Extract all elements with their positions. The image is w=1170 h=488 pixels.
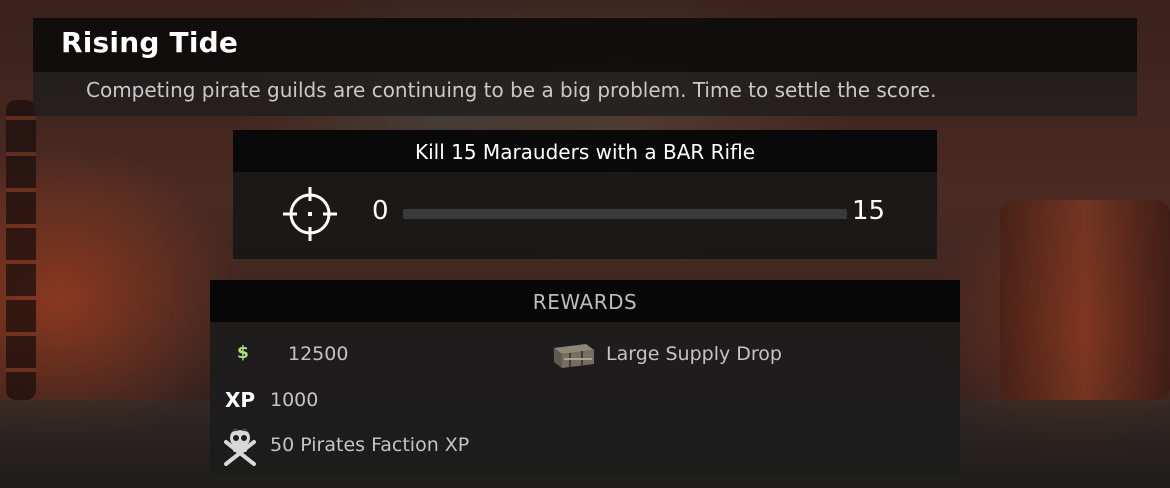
pirate-skull-icon — [224, 427, 256, 466]
mission-description: Competing pirate guilds are continuing t… — [86, 78, 937, 102]
reward-supply-drop-label: Large Supply Drop — [606, 343, 782, 365]
supply-crate-icon — [554, 344, 594, 368]
reward-xp-label: 1000 — [270, 389, 319, 411]
progress-bar — [403, 209, 847, 219]
mission-header: Rising Tide — [33, 18, 1137, 72]
objective-text: Kill 15 Marauders with a BAR Rifle — [414, 140, 756, 164]
dollar-icon: $ — [228, 340, 264, 370]
background-barrel — [1000, 200, 1170, 400]
rewards-header-bar: REWARDS — [210, 280, 960, 322]
objective-panel: Kill 15 Marauders with a BAR Rifle 0 15 — [233, 130, 937, 259]
reward-faction-xp-label: 50 Pirates Faction XP — [270, 434, 470, 456]
rewards-panel: REWARDS $ 12500 XP 1000 50 Pirates Facti… — [210, 280, 960, 476]
mission-description-bar: Competing pirate guilds are continuing t… — [33, 72, 1137, 116]
xp-icon-glyph: XP — [225, 388, 256, 412]
objective-title-bar: Kill 15 Marauders with a BAR Rifle — [233, 130, 937, 172]
xp-icon: XP — [222, 386, 258, 416]
reward-money-label: 12500 — [288, 343, 349, 365]
progress-max: 15 — [852, 196, 886, 226]
reward-supply-drop: Large Supply Drop — [552, 340, 812, 370]
crosshair-icon — [283, 187, 337, 241]
rewards-header: REWARDS — [532, 290, 638, 314]
dollar-icon-glyph: $ — [237, 343, 249, 363]
mission-title: Rising Tide — [61, 26, 239, 59]
progress-current: 0 — [372, 196, 389, 226]
background-chain — [6, 100, 36, 400]
